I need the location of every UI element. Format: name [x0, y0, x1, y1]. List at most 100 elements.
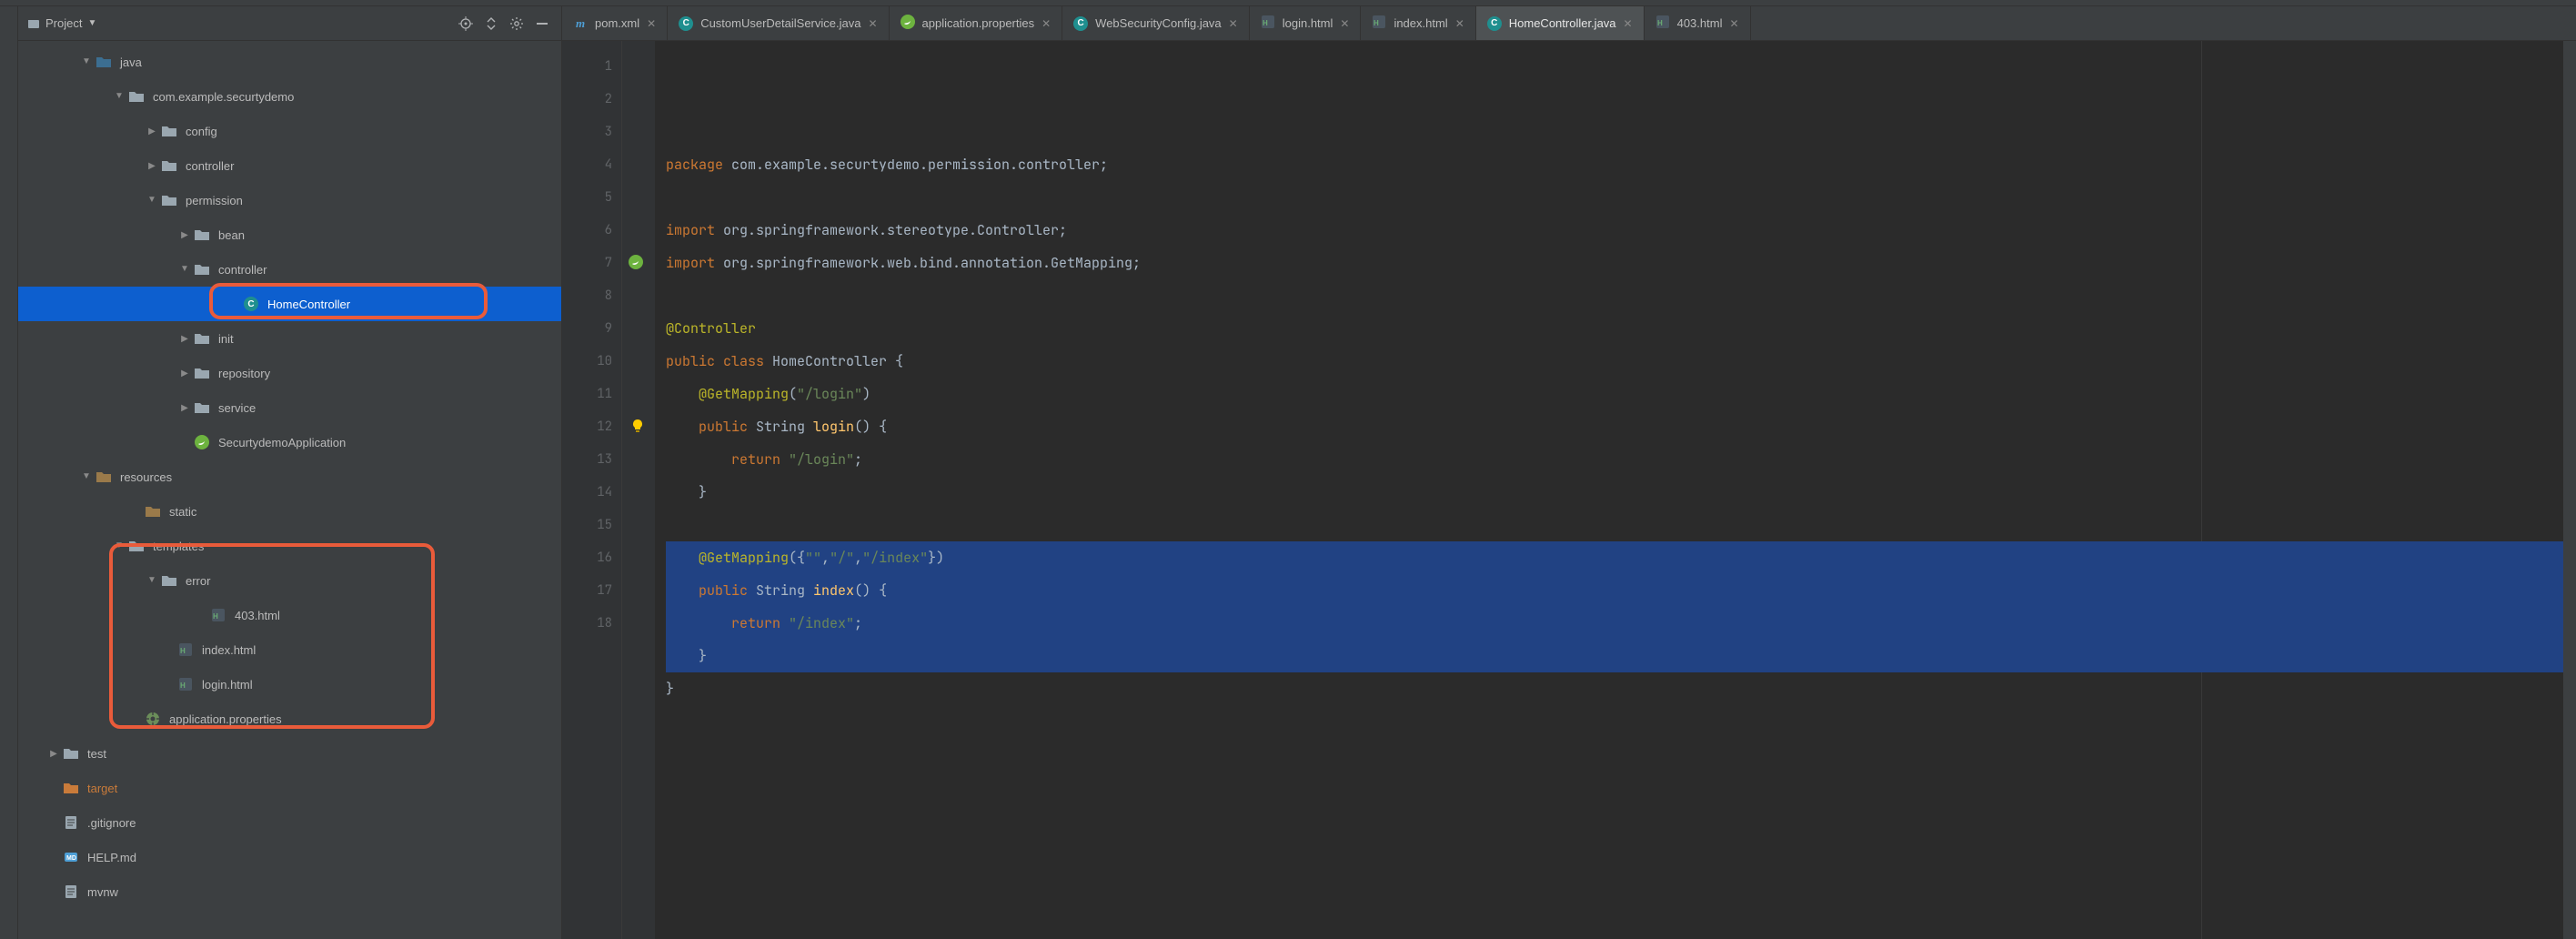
code-line-5[interactable] [666, 279, 2563, 312]
tree-item-java[interactable]: ▼java [18, 45, 561, 79]
tree-item-repository[interactable]: ▶repository [18, 356, 561, 390]
code-line-9[interactable]: public String login() { [666, 410, 2563, 443]
close-icon[interactable]: ✕ [1624, 17, 1633, 30]
close-icon[interactable]: ✕ [1455, 17, 1464, 30]
code-line-15[interactable]: return "/index"; [666, 607, 2563, 640]
close-icon[interactable]: ✕ [647, 17, 656, 30]
tree-item-permission[interactable]: ▼permission [18, 183, 561, 217]
tree-arrow-icon[interactable]: ▼ [144, 195, 160, 205]
code-line-4[interactable]: import org.springframework.web.bind.anno… [666, 247, 2563, 279]
svg-text:H: H [180, 682, 186, 690]
close-icon[interactable]: ✕ [1041, 17, 1051, 30]
tree-item-target[interactable]: target [18, 771, 561, 805]
class-icon: C [1073, 16, 1088, 31]
code-area[interactable]: package com.example.securtydemo.permissi… [655, 41, 2563, 939]
tree-item-f403[interactable]: H403.html [18, 598, 561, 632]
code-line-18[interactable] [666, 705, 2563, 738]
tree-node-icon [160, 571, 178, 590]
tree-item-mvnw[interactable]: mvnw [18, 874, 561, 909]
tree-item-gitignore[interactable]: .gitignore [18, 805, 561, 840]
tree-arrow-icon[interactable]: ▶ [144, 161, 160, 171]
code-line-14[interactable]: public String index() { [666, 574, 2563, 607]
overview-ruler[interactable] [2563, 41, 2576, 939]
tree-item-app_class[interactable]: SecurtydemoApplication [18, 425, 561, 459]
code-line-7[interactable]: public class HomeController { [666, 345, 2563, 378]
tree-node-label: controller [186, 159, 234, 173]
code-line-8[interactable]: @GetMapping("/login") [666, 378, 2563, 410]
tree-arrow-icon[interactable]: ▶ [45, 749, 62, 759]
close-icon[interactable]: ✕ [1340, 17, 1349, 30]
editor-tab-7[interactable]: H403.html✕ [1645, 6, 1751, 40]
tree-node-icon: H [176, 675, 195, 693]
tree-item-index_html[interactable]: Hindex.html [18, 632, 561, 667]
tree-item-home_controller[interactable]: CHomeController [18, 287, 561, 321]
code-line-12[interactable] [666, 509, 2563, 541]
tree-arrow-icon[interactable]: ▶ [176, 403, 193, 413]
tree-node-label: login.html [202, 678, 253, 692]
tree-item-help_md[interactable]: MDHELP.md [18, 840, 561, 874]
locate-button[interactable] [456, 14, 476, 34]
tree-arrow-icon[interactable]: ▼ [78, 471, 95, 481]
code-line-2[interactable] [666, 181, 2563, 214]
tab-label: login.html [1283, 16, 1333, 30]
tree-arrow-icon[interactable]: ▼ [144, 575, 160, 585]
tree-item-pkg[interactable]: ▼com.example.securtydemo [18, 79, 561, 114]
editor-tab-1[interactable]: CCustomUserDetailService.java✕ [668, 6, 889, 40]
code-line-3[interactable]: import org.springframework.stereotype.Co… [666, 214, 2563, 247]
tab-label: index.html [1394, 16, 1447, 30]
tab-label: HomeController.java [1509, 16, 1616, 30]
close-icon[interactable]: ✕ [868, 17, 877, 30]
hide-button[interactable] [532, 14, 552, 34]
tree-arrow-icon[interactable]: ▶ [176, 230, 193, 240]
editor-tab-6[interactable]: CHomeController.java✕ [1476, 6, 1645, 40]
editor-tab-3[interactable]: CWebSecurityConfig.java✕ [1062, 6, 1250, 40]
tree-node-label: SecurtydemoApplication [218, 436, 346, 449]
tree-item-perm_controller[interactable]: ▼controller [18, 252, 561, 287]
tree-node-icon [127, 537, 146, 555]
tree-arrow-icon[interactable]: ▶ [176, 369, 193, 379]
code-line-6[interactable]: @Controller [666, 312, 2563, 345]
tree-item-config[interactable]: ▶ config [18, 114, 561, 148]
tree-arrow-icon[interactable]: ▼ [111, 91, 127, 101]
project-title[interactable]: Project ▼ [27, 16, 96, 30]
editor-tab-4[interactable]: Hlogin.html✕ [1250, 6, 1362, 40]
tree-item-app_props[interactable]: application.properties [18, 702, 561, 736]
code-line-10[interactable]: return "/login"; [666, 443, 2563, 476]
tree-item-resources[interactable]: ▼resources [18, 459, 561, 494]
code-line-13[interactable]: @GetMapping({"","/","/index"}) [666, 541, 2563, 574]
tree-item-controller[interactable]: ▶ controller [18, 148, 561, 183]
line-number: 17 [562, 574, 612, 607]
close-icon[interactable]: ✕ [1729, 17, 1738, 30]
editor-tab-5[interactable]: Hindex.html✕ [1361, 6, 1475, 40]
tree-item-templates[interactable]: ▼templates [18, 529, 561, 563]
spring-gutter-icon[interactable] [628, 254, 646, 272]
tool-window-stripe[interactable] [0, 6, 18, 939]
editor-tab-0[interactable]: mpom.xml✕ [562, 6, 668, 40]
editor-tab-2[interactable]: application.properties✕ [890, 6, 1063, 40]
annotation-gutter [622, 41, 655, 939]
tree-arrow-icon[interactable]: ▶ [144, 126, 160, 136]
close-icon[interactable]: ✕ [1229, 17, 1238, 30]
tree-item-init[interactable]: ▶init [18, 321, 561, 356]
code-line-1[interactable]: package com.example.securtydemo.permissi… [666, 148, 2563, 181]
tree-node-label: config [186, 125, 217, 138]
settings-button[interactable] [507, 14, 527, 34]
tree-item-test[interactable]: ▶test [18, 736, 561, 771]
line-number: 18 [562, 607, 612, 640]
intention-bulb-icon[interactable] [629, 418, 646, 434]
tree-item-login_html[interactable]: Hlogin.html [18, 667, 561, 702]
tree-arrow-icon[interactable]: ▶ [176, 334, 193, 344]
tree-arrow-icon[interactable]: ▼ [111, 540, 127, 550]
expand-all-button[interactable] [481, 14, 501, 34]
project-tree[interactable]: ▼java▼com.example.securtydemo ▶ config ▶ con… [18, 41, 561, 939]
tree-item-error[interactable]: ▼error [18, 563, 561, 598]
tree-arrow-icon[interactable]: ▼ [176, 264, 193, 274]
editor-area: mpom.xml✕CCustomUserDetailService.java✕a… [562, 6, 2576, 939]
tree-item-bean[interactable]: ▶bean [18, 217, 561, 252]
tree-item-service[interactable]: ▶service [18, 390, 561, 425]
code-line-17[interactable]: } [666, 672, 2563, 705]
tree-item-static[interactable]: static [18, 494, 561, 529]
tree-arrow-icon[interactable]: ▼ [78, 56, 95, 66]
code-line-16[interactable]: } [666, 640, 2563, 672]
code-line-11[interactable]: } [666, 476, 2563, 509]
